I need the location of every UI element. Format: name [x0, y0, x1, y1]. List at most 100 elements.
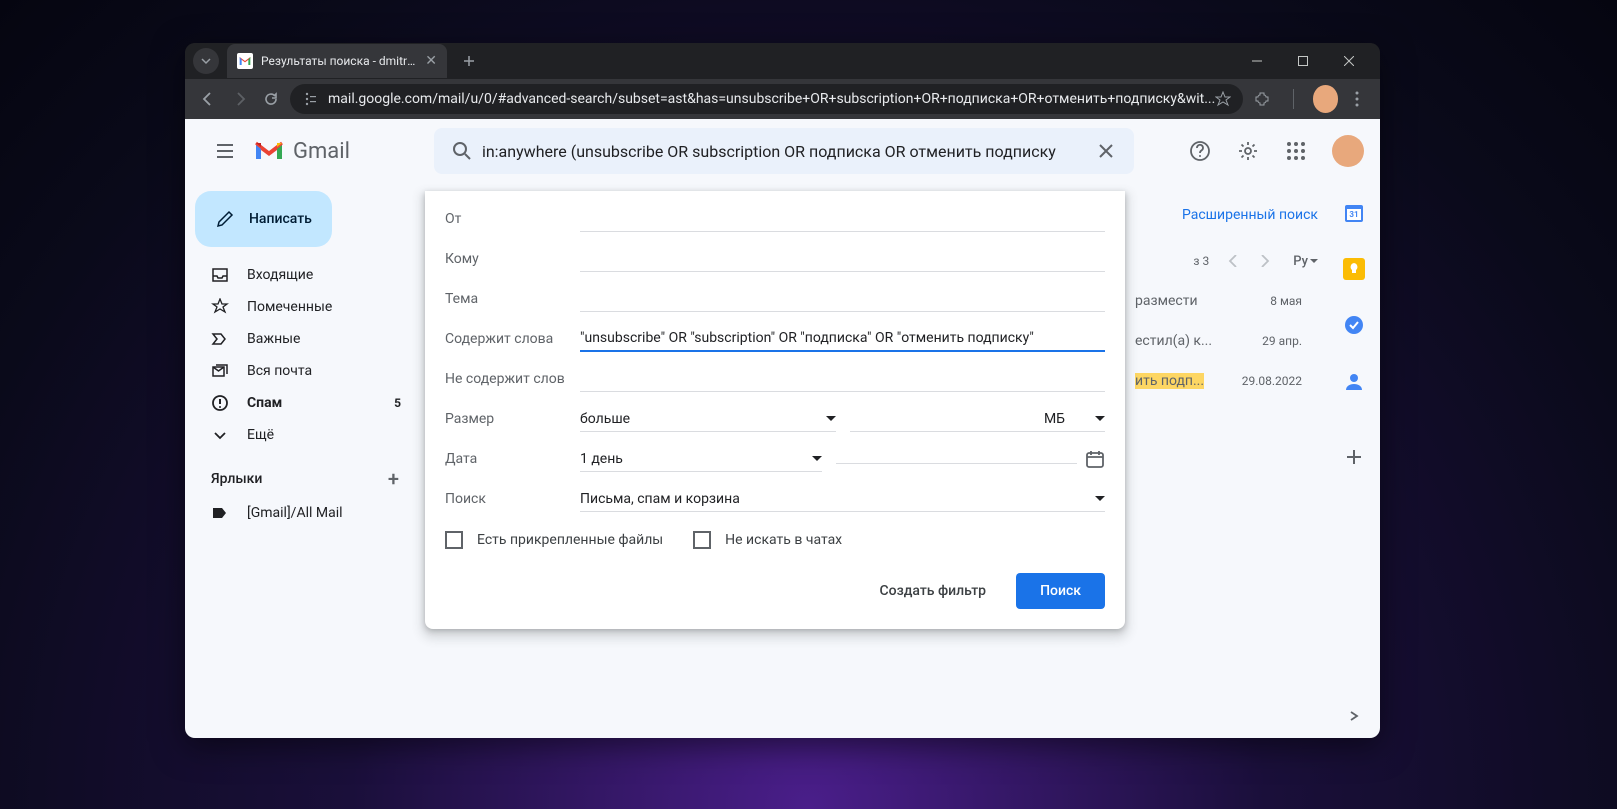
has-words-input[interactable] [580, 326, 1105, 352]
sidebar-item-more[interactable]: Ещё [185, 419, 413, 451]
url-text: mail.google.com/mail/u/0/#advanced-searc… [328, 91, 1215, 107]
tasks-addon-icon[interactable] [1334, 305, 1374, 345]
url-bar[interactable]: mail.google.com/mail/u/0/#advanced-searc… [290, 84, 1243, 114]
calendar-addon-icon[interactable]: 31 [1334, 193, 1374, 233]
browser-toolbar: mail.google.com/mail/u/0/#advanced-searc… [185, 79, 1380, 119]
email-row[interactable]: ить подп... 29.08.2022 [1135, 361, 1318, 401]
date-within-select[interactable]: 1 день [580, 447, 822, 472]
extensions-icon[interactable] [1249, 85, 1275, 113]
email-snippet: ить подп... [1135, 373, 1230, 389]
labels-header: Ярлыки [211, 471, 262, 487]
page-info: з 3 [1193, 254, 1209, 268]
apps-icon[interactable] [1276, 131, 1316, 171]
all-mail-icon [211, 362, 229, 380]
star-icon [211, 298, 229, 316]
next-page-button[interactable] [1249, 245, 1281, 277]
checkbox-icon [693, 531, 711, 549]
keep-addon-icon[interactable] [1334, 249, 1374, 289]
inbox-icon [211, 266, 229, 284]
calendar-icon[interactable] [1085, 449, 1105, 469]
search-input[interactable] [482, 142, 1086, 161]
dropdown-icon [826, 416, 836, 422]
collapse-panel-button[interactable] [1348, 710, 1360, 722]
gmail-favicon-icon [237, 53, 253, 69]
browser-tab[interactable]: Результаты поиска - dmitrycv1 ✕ [227, 44, 447, 78]
email-date: 8 мая [1270, 294, 1302, 308]
not-words-label: Не содержит слов [445, 371, 580, 387]
subject-input[interactable] [580, 287, 1105, 312]
size-unit-select[interactable]: МБ [850, 407, 1106, 432]
clear-search-icon[interactable] [1086, 142, 1126, 160]
star-icon[interactable] [1215, 91, 1231, 107]
search-in-label: Поиск [445, 491, 580, 507]
from-label: От [445, 211, 580, 227]
close-button[interactable] [1326, 46, 1372, 76]
settings-icon[interactable] [1228, 131, 1268, 171]
tab-search-button[interactable] [193, 48, 219, 74]
search-icon[interactable] [442, 141, 482, 161]
pencil-icon [215, 209, 235, 229]
create-filter-button[interactable]: Создать фильтр [861, 573, 1004, 609]
back-button[interactable] [195, 85, 221, 113]
exclude-chats-checkbox[interactable]: Не искать в чатах [693, 531, 842, 549]
compose-button[interactable]: Написать [195, 191, 332, 247]
help-icon[interactable] [1180, 131, 1220, 171]
get-addons-button[interactable] [1334, 437, 1374, 477]
contacts-addon-icon[interactable] [1334, 361, 1374, 401]
sidebar-item-important[interactable]: Важные [185, 323, 413, 355]
gmail-logo-icon [253, 139, 285, 163]
gmail-header: Gmail [185, 119, 1380, 183]
email-row[interactable]: размести 8 мая [1135, 281, 1318, 321]
search-in-select[interactable]: Письма, спам и корзина [580, 487, 1105, 512]
date-input[interactable] [836, 455, 1078, 464]
size-operator-select[interactable]: больше [580, 407, 836, 432]
reload-button[interactable] [258, 85, 284, 113]
size-label: Размер [445, 411, 580, 427]
to-input[interactable] [580, 247, 1105, 272]
svg-text:31: 31 [1349, 210, 1358, 219]
has-attachment-checkbox[interactable]: Есть прикрепленные файлы [445, 531, 663, 549]
prev-page-button[interactable] [1217, 245, 1249, 277]
sidebar-label: Ещё [247, 427, 274, 443]
browser-menu-button[interactable] [1344, 91, 1370, 107]
sidebar-label: Вся почта [247, 363, 312, 379]
main-content: От Кому Тема Содержит слова Не содержит … [425, 183, 1328, 738]
add-label-button[interactable]: + [388, 467, 399, 491]
input-tools-select[interactable]: Ру [1293, 254, 1318, 269]
pagination: з 3 Ру [1135, 241, 1318, 281]
gmail-app: Gmail Написать Входящие [185, 119, 1380, 738]
sidebar-label-item[interactable]: [Gmail]/All Mail [185, 497, 413, 529]
sidebar-item-starred[interactable]: Помеченные [185, 291, 413, 323]
forward-button[interactable] [227, 85, 253, 113]
main-menu-button[interactable] [201, 127, 249, 175]
maximize-button[interactable] [1280, 46, 1326, 76]
new-tab-button[interactable] [455, 47, 483, 75]
advanced-search-link[interactable]: Расширенный поиск [1182, 207, 1318, 223]
gmail-logo[interactable]: Gmail [253, 139, 350, 164]
sidebar-label: Входящие [247, 267, 313, 283]
search-button[interactable]: Поиск [1016, 573, 1105, 609]
minimize-button[interactable] [1234, 46, 1280, 76]
dropdown-icon [1310, 259, 1318, 264]
sidebar-label: Помеченные [247, 299, 332, 315]
sidebar-label: Спам [247, 395, 282, 411]
sidebar-item-spam[interactable]: Спам 5 [185, 387, 413, 419]
account-avatar[interactable] [1332, 135, 1364, 167]
compose-label: Написать [249, 211, 312, 227]
tab-title: Результаты поиска - dmitrycv1 [261, 54, 417, 68]
email-date: 29.08.2022 [1242, 374, 1302, 388]
labels-section-header: Ярлыки + [185, 461, 425, 497]
spam-icon [211, 394, 229, 412]
profile-avatar[interactable] [1313, 85, 1339, 113]
not-words-input[interactable] [580, 367, 1105, 392]
spam-count: 5 [394, 396, 401, 410]
advanced-search-panel: От Кому Тема Содержит слова Не содержит … [425, 191, 1125, 629]
email-row[interactable]: естил(а) к... 29 апр. [1135, 321, 1318, 361]
tab-close-icon[interactable]: ✕ [425, 53, 437, 69]
sidebar-label: Важные [247, 331, 300, 347]
sidebar-item-inbox[interactable]: Входящие [185, 259, 413, 291]
site-info-icon[interactable] [302, 91, 318, 107]
email-snippet: размести [1135, 293, 1258, 309]
from-input[interactable] [580, 207, 1105, 232]
sidebar-item-all-mail[interactable]: Вся почта [185, 355, 413, 387]
